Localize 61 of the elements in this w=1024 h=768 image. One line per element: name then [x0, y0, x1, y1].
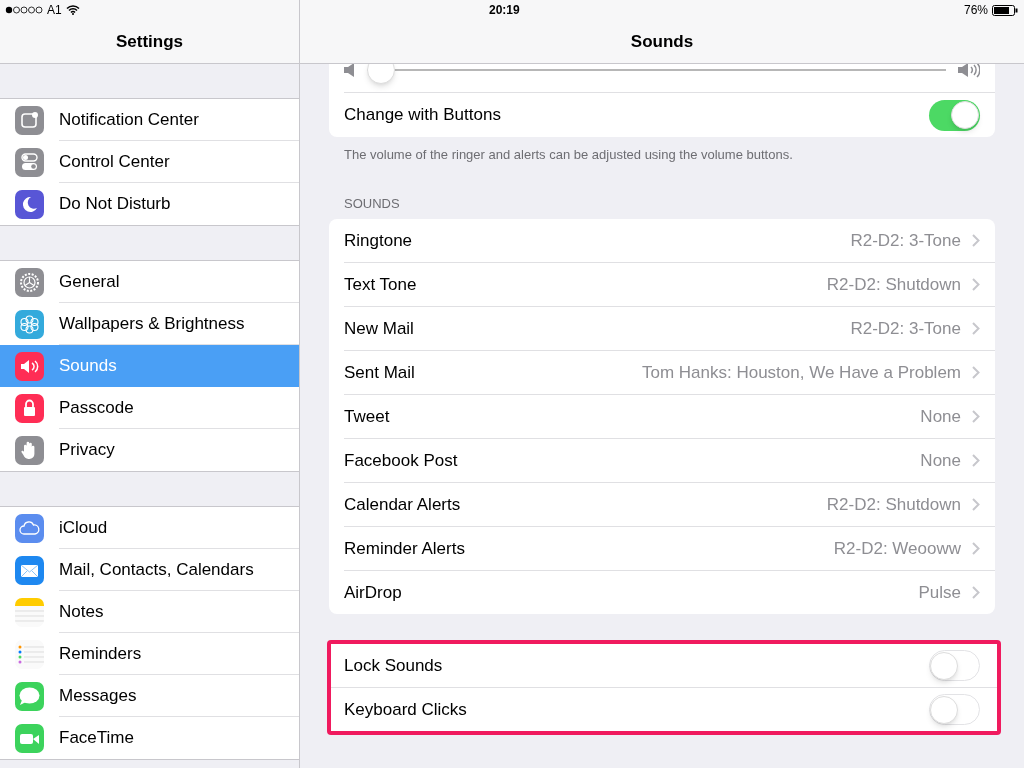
slider-thumb[interactable]	[367, 64, 395, 84]
setting-label: Ringtone	[344, 229, 413, 252]
setting-value: R2-D2: Weooww	[833, 537, 961, 560]
hand-icon	[15, 435, 44, 465]
moon-icon	[15, 189, 44, 219]
setting-label: Calendar Alerts	[344, 493, 461, 516]
video-camera-icon	[15, 723, 44, 753]
list-icon	[15, 639, 44, 669]
chevron-icon	[972, 542, 980, 555]
setting-value: R2-D2: Shutdown	[826, 273, 961, 296]
chevron-icon	[972, 410, 980, 423]
signal-icon	[5, 6, 43, 14]
setting-value: None	[920, 449, 961, 472]
toggle-switch[interactable]	[929, 694, 980, 725]
speaker-high-icon	[958, 64, 980, 78]
toggle-switches-icon	[15, 147, 44, 177]
chevron-icon	[972, 366, 980, 379]
chevron-icon	[972, 498, 980, 511]
notification-center-icon	[15, 105, 44, 135]
chevron-icon	[972, 586, 980, 599]
battery-icon	[992, 4, 1018, 16]
envelope-icon	[15, 555, 44, 585]
setting-label: Lock Sounds	[344, 654, 443, 677]
toggle-switch[interactable]	[929, 650, 980, 681]
chevron-icon	[972, 234, 980, 247]
notepad-icon	[15, 597, 44, 627]
setting-value: Pulse	[918, 581, 961, 604]
chevron-icon	[972, 278, 980, 291]
setting-label: Keyboard Clicks	[344, 698, 467, 721]
section-header: SOUNDS	[343, 194, 401, 213]
setting-label: Reminder Alerts	[344, 537, 465, 560]
speech-bubble-icon	[15, 681, 44, 711]
speaker-low-icon	[344, 64, 355, 77]
sidebar-title: Settings	[115, 30, 184, 53]
setting-value: R2-D2: Shutdown	[826, 493, 961, 516]
volume-slider[interactable]	[367, 64, 946, 84]
page-title: Sounds	[630, 30, 694, 53]
setting-label: Sent Mail	[344, 361, 415, 384]
cloud-icon	[15, 513, 44, 543]
setting-value: R2-D2: 3-Tone	[850, 317, 961, 340]
setting-label: AirDrop	[344, 581, 402, 604]
setting-value: R2-D2: 3-Tone	[850, 229, 961, 252]
setting-label: Facebook Post	[344, 449, 458, 472]
setting-label: Change with Buttons	[344, 104, 501, 127]
setting-value: None	[920, 405, 961, 428]
battery-percentage: 76%	[963, 2, 988, 19]
speaker-icon	[15, 351, 44, 381]
setting-value: Tom Hanks: Houston, We Have a Problem	[641, 361, 961, 384]
toggle-switch[interactable]	[929, 99, 980, 131]
clock-time: 20:19	[489, 2, 520, 19]
flower-icon	[15, 309, 44, 339]
setting-label: Text Tone	[344, 273, 417, 296]
setting-label: New Mail	[344, 317, 414, 340]
lock-icon	[15, 393, 44, 423]
chevron-icon	[972, 454, 980, 467]
setting-label: Tweet	[344, 405, 390, 428]
footnote-text: The volume of the ringer and alerts can be adjusted using the volume buttons.	[343, 146, 794, 164]
carrier-name: A1	[47, 2, 62, 19]
gear-icon	[15, 267, 44, 297]
chevron-icon	[972, 322, 980, 335]
wifi-icon	[65, 5, 80, 15]
